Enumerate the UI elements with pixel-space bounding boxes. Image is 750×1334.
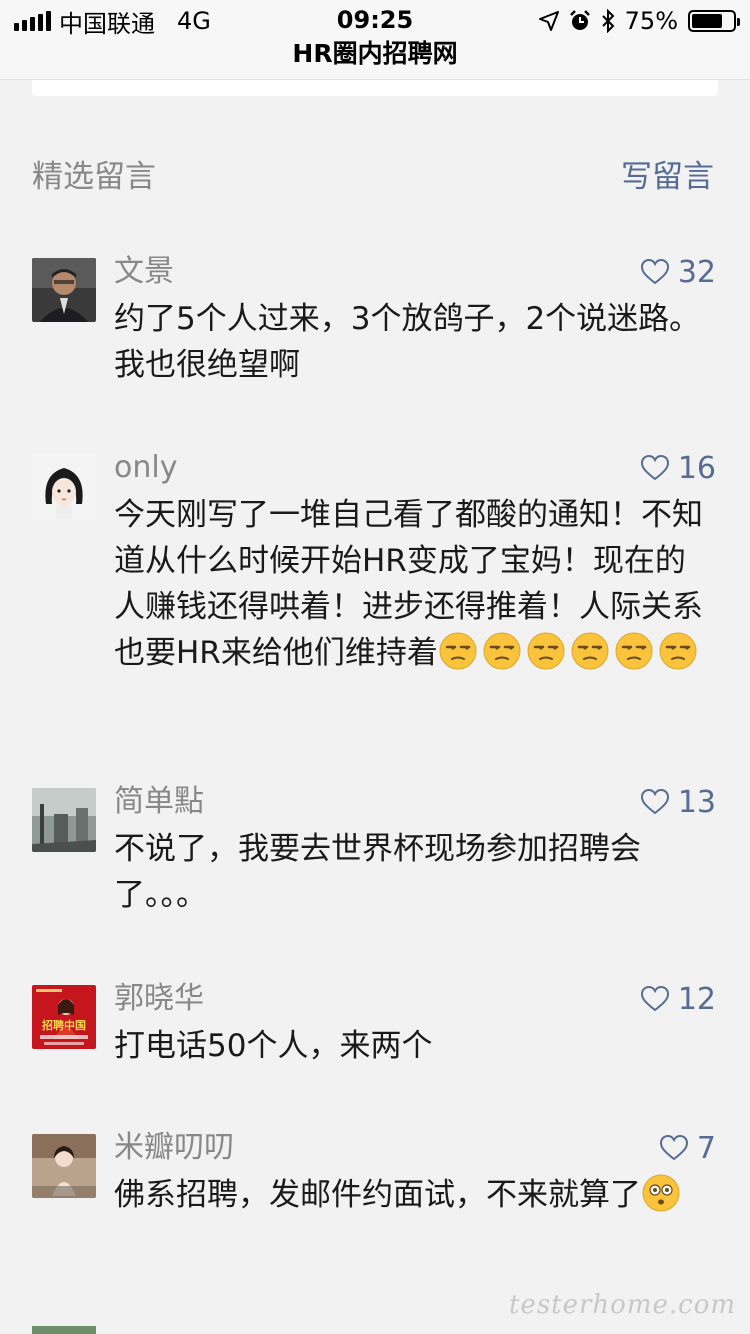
like-button[interactable]: 13 [640,782,716,822]
like-button[interactable]: 16 [640,448,716,488]
unamused-face-icon [614,631,654,671]
comment-text: 不说了，我要去世界杯现场参加招聘会了。。。 [114,831,641,913]
commenter-name: 郭晓华 [114,981,204,1016]
heart-icon [640,454,669,481]
like-count: 16 [677,450,716,486]
nav-bar: HR圈内招聘网 [0,40,750,80]
avatar[interactable]: 招聘中国 [32,985,96,1049]
page-title: HR圈内招聘网 [292,39,458,68]
emoji-row [438,632,702,671]
like-button[interactable]: 7 [659,1128,716,1168]
like-count: 13 [677,784,716,820]
battery-icon [688,10,740,32]
unamused-face-icon [482,631,522,671]
like-count: 32 [677,254,716,290]
alarm-icon [569,10,590,30]
next-avatar-peek [32,1326,96,1334]
location-icon [538,11,559,31]
heart-icon [640,788,669,815]
commenter-name: 米瓣叨叨 [114,1130,234,1165]
commenter-name: 简单點 [114,784,204,819]
comment-text: 佛系招聘，发邮件约面试，不来就算了 [114,1172,714,1218]
avatar-text: 招聘中国 [42,1018,86,1032]
write-comment-link[interactable]: 写留言 [621,155,714,199]
unamused-face-icon [570,631,610,671]
heart-icon [659,1134,688,1161]
avatar[interactable] [32,258,96,322]
commenter-name: only [114,450,178,485]
status-right: 75% [538,6,740,36]
comment-text-body: 佛系招聘，发邮件约面试，不来就算了 [114,1177,641,1213]
heart-icon [640,985,669,1012]
comment-text: 今天刚写了一堆自己看了都酸的通知！不知道从什么时候开始HR变成了宝妈！现在的人赚… [114,492,714,676]
like-count: 7 [696,1130,716,1166]
bluetooth-icon [601,9,615,33]
like-count: 12 [677,981,716,1017]
section-title: 精选留言 [32,159,156,195]
heart-icon [640,258,669,285]
like-button[interactable]: 32 [640,252,716,292]
unamused-face-icon [438,631,478,671]
watermark: testerhome.com [508,1290,736,1320]
battery-percent: 75% [624,7,678,35]
avatar[interactable] [32,788,96,852]
comment-text: 打电话50个人，来两个 [114,1028,433,1064]
comments-header: 精选留言 写留言 [32,155,718,199]
unamused-face-icon [658,631,698,671]
avatar[interactable] [32,454,96,518]
comment-text: 约了5个人过来，3个放鸽子，2个说迷路。我也很绝望啊 [114,301,701,383]
flushed-face-icon [641,1173,681,1213]
emoji-row [641,1174,685,1213]
status-bar: 中国联通 4G 09:25 75% [0,0,750,40]
avatar[interactable] [32,1134,96,1198]
unamused-face-icon [526,631,566,671]
article-card-bottom [32,80,718,96]
like-button[interactable]: 12 [640,979,716,1019]
commenter-name: 文景 [114,254,174,289]
